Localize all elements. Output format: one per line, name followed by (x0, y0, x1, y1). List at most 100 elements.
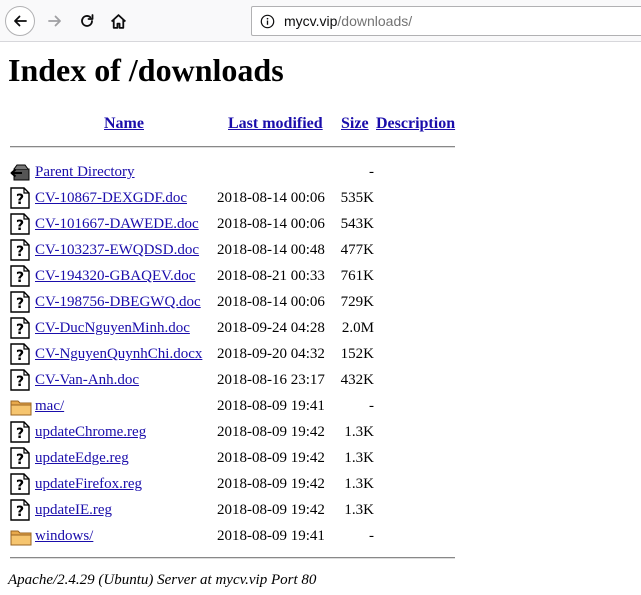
file-size: 761K (340, 268, 374, 284)
file-row: ? updateEdge.reg 2018-08-09 19:42 1.3K (0, 445, 641, 471)
folder-icon (10, 527, 32, 549)
svg-text:?: ? (16, 192, 24, 208)
unknown-file-icon: ? (10, 187, 32, 209)
file-link[interactable]: windows/ (35, 526, 93, 546)
unknown-file-icon: ? (10, 343, 32, 365)
file-date: 2018-08-14 00:06 (217, 216, 325, 232)
file-link[interactable]: CV-101667-DAWEDE.doc (35, 214, 199, 234)
unknown-file-icon: ? (10, 473, 32, 495)
column-header-description[interactable]: Description (376, 114, 455, 134)
file-date: 2018-08-09 19:41 (217, 528, 325, 544)
file-link[interactable]: updateChrome.reg (35, 422, 146, 442)
svg-text:?: ? (16, 296, 24, 312)
unknown-file-icon: ? (10, 265, 32, 287)
file-size: 1.3K (344, 450, 374, 466)
file-link[interactable]: CV-DucNguyenMinh.doc (35, 318, 190, 338)
info-icon[interactable] (260, 14, 275, 29)
file-row: ? CV-Van-Anh.doc 2018-08-16 23:17 432K (0, 367, 641, 393)
file-date: 2018-08-09 19:42 (217, 476, 325, 492)
svg-text:?: ? (16, 322, 24, 338)
back-arrow-icon (14, 15, 27, 27)
file-row: windows/2018-08-09 19:41 - (0, 523, 641, 549)
file-link[interactable]: CV-NguyenQuynhChi.docx (35, 344, 202, 364)
reload-icon (81, 14, 94, 27)
unknown-file-icon: ? (10, 317, 32, 339)
header-divider (10, 146, 455, 148)
file-date: 2018-08-21 00:33 (217, 268, 325, 284)
column-header-last-modified[interactable]: Last modified (228, 114, 323, 134)
unknown-file-icon: ? (10, 291, 32, 313)
file-date: 2018-08-14 00:06 (217, 294, 325, 310)
file-date: 2018-08-09 19:42 (217, 424, 325, 440)
url-bar[interactable]: mycv.vip/downloads/ (251, 6, 641, 36)
browser-toolbar: mycv.vip/downloads/ (0, 0, 641, 42)
unknown-file-icon: ? (10, 447, 32, 469)
file-row: mac/2018-08-09 19:41 - (0, 393, 641, 419)
forward-button[interactable] (40, 6, 70, 36)
file-size: - (369, 398, 374, 414)
file-date: 2018-08-09 19:42 (217, 450, 325, 466)
file-link[interactable]: updateIE.reg (35, 500, 112, 520)
svg-text:?: ? (16, 426, 24, 442)
file-size: 152K (340, 346, 374, 362)
footer-divider (10, 557, 455, 559)
column-header-size[interactable]: Size (341, 114, 369, 134)
reload-button[interactable] (72, 6, 102, 36)
file-row: ? CV-10867-DEXGDF.doc 2018-08-14 00:06 535K (0, 185, 641, 211)
file-size: 1.3K (344, 502, 374, 518)
file-link[interactable]: CV-Van-Anh.doc (35, 370, 139, 390)
file-size: 2.0M (341, 320, 374, 336)
file-row: ? CV-DucNguyenMinh.doc 2018-09-24 04:28 2.0… (0, 315, 641, 341)
file-date: 2018-08-14 00:48 (217, 242, 325, 258)
file-size: 1.3K (344, 424, 374, 440)
svg-text:?: ? (16, 348, 24, 364)
file-link[interactable]: mac/ (35, 396, 64, 416)
file-link[interactable]: CV-198756-DBEGWQ.doc (35, 292, 201, 312)
url-host: mycv.vip (284, 13, 338, 29)
unknown-file-icon: ? (10, 499, 32, 521)
forward-arrow-icon (48, 15, 61, 27)
parent-directory-row: Parent Directory - (0, 159, 641, 185)
home-button[interactable] (103, 6, 133, 36)
file-row: ? CV-194320-GBAQEV.doc 2018-08-21 00:33 761… (0, 263, 641, 289)
svg-text:?: ? (16, 374, 24, 390)
svg-text:?: ? (16, 270, 24, 286)
unknown-file-icon: ? (10, 421, 32, 443)
parent-directory-link[interactable]: Parent Directory (35, 162, 135, 182)
svg-text:?: ? (16, 244, 24, 260)
file-size: 477K (340, 242, 374, 258)
back-button[interactable] (5, 6, 35, 36)
unknown-file-icon: ? (10, 239, 32, 261)
svg-text:?: ? (16, 504, 24, 520)
file-size: 432K (340, 372, 374, 388)
svg-text:?: ? (16, 478, 24, 494)
file-size: - (369, 528, 374, 544)
page-title: Index of /downloads (8, 52, 284, 88)
svg-text:?: ? (16, 218, 24, 234)
file-row: ? updateFirefox.reg 2018-08-09 19:42 1.3K (0, 471, 641, 497)
file-date: 2018-08-09 19:42 (217, 502, 325, 518)
back-folder-icon (10, 161, 32, 183)
unknown-file-icon: ? (10, 213, 32, 235)
file-link[interactable]: updateFirefox.reg (35, 474, 142, 494)
svg-text:?: ? (16, 452, 24, 468)
file-date: 2018-09-20 04:32 (217, 346, 325, 362)
file-date: 2018-08-14 00:06 (217, 190, 325, 206)
file-row: ? CV-198756-DBEGWQ.doc 2018-08-14 00:06 729… (0, 289, 641, 315)
file-size: - (369, 164, 374, 180)
file-date: 2018-09-24 04:28 (217, 320, 325, 336)
file-link[interactable]: updateEdge.reg (35, 448, 129, 468)
unknown-file-icon: ? (10, 369, 32, 391)
file-date: 2018-08-09 19:41 (217, 398, 325, 414)
file-link[interactable]: CV-194320-GBAQEV.doc (35, 266, 195, 286)
file-row: ? updateIE.reg 2018-08-09 19:42 1.3K (0, 497, 641, 523)
url-path: /downloads/ (337, 13, 413, 29)
file-link[interactable]: CV-10867-DEXGDF.doc (35, 188, 187, 208)
file-size: 1.3K (344, 476, 374, 492)
file-date: 2018-08-16 23:17 (217, 372, 325, 388)
file-row: ? updateChrome.reg 2018-08-09 19:42 1.3K (0, 419, 641, 445)
column-header-name[interactable]: Name (104, 114, 144, 134)
file-size: 543K (340, 216, 374, 232)
file-row: ? CV-103237-EWQDSD.doc 2018-08-14 00:48 477… (0, 237, 641, 263)
file-link[interactable]: CV-103237-EWQDSD.doc (35, 240, 199, 260)
